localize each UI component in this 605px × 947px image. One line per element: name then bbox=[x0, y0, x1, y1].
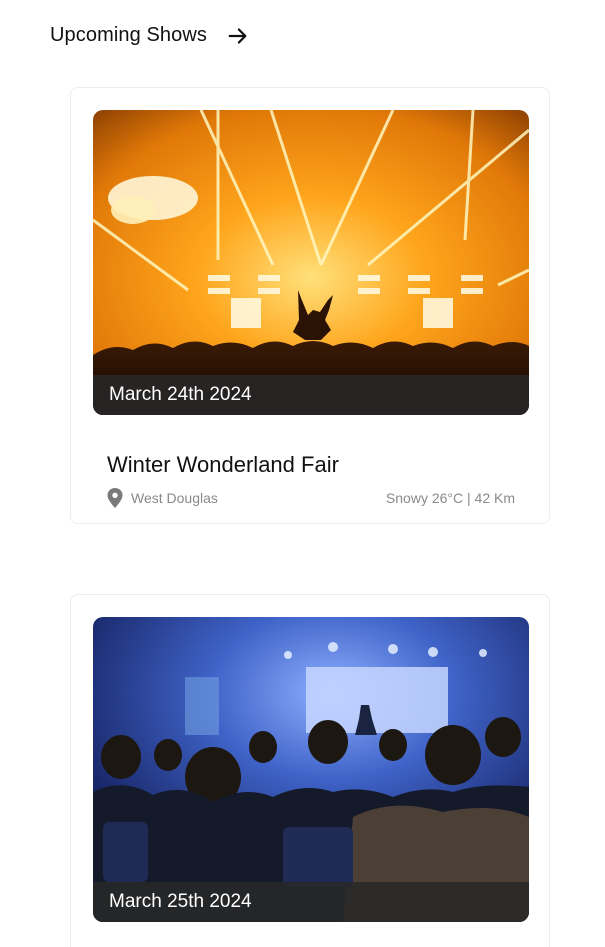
date-overlay: March 24th 2024 bbox=[93, 375, 529, 415]
show-date: March 24th 2024 bbox=[109, 384, 252, 405]
show-date: March 25th 2024 bbox=[109, 891, 252, 912]
section-header: Upcoming Shows bbox=[50, 24, 249, 47]
show-image-conference[interactable]: March 25th 2024 bbox=[93, 617, 529, 922]
show-image-concert[interactable]: March 24th 2024 bbox=[93, 110, 529, 415]
weather-distance: Snowy 26°C | 42 Km bbox=[385, 490, 515, 506]
show-meta: West Douglas Snowy 26°C | 42 Km bbox=[107, 488, 515, 508]
location-text: West Douglas bbox=[131, 490, 218, 506]
arrow-right-icon[interactable] bbox=[227, 25, 249, 47]
show-card[interactable]: March 24th 2024 Winter Wonderland Fair W… bbox=[70, 87, 550, 524]
map-pin-icon bbox=[107, 488, 123, 508]
date-overlay: March 25th 2024 bbox=[93, 882, 529, 922]
show-card[interactable]: March 25th 2024 bbox=[70, 594, 550, 947]
section-title: Upcoming Shows bbox=[50, 24, 208, 46]
show-location: West Douglas bbox=[107, 488, 218, 508]
show-title[interactable]: Winter Wonderland Fair bbox=[107, 452, 339, 478]
